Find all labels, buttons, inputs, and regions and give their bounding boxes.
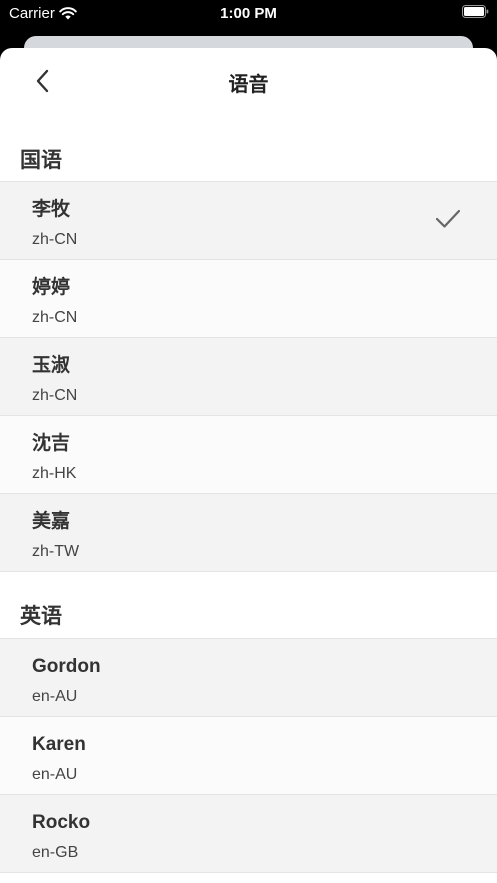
voice-row[interactable]: 李牧 zh-CN (0, 182, 497, 260)
voice-name: 玉淑 (32, 355, 71, 376)
section-header: 英语 (20, 605, 62, 628)
voice-locale: en-GB (32, 844, 79, 861)
voice-name: Karen (32, 734, 86, 755)
voice-sheet: 语音 国语李牧 zh-CN 婷婷 zh-CN 玉淑 zh-CN 沈吉 zh-HK 美嘉 zh-TW… (0, 48, 497, 883)
page-title: 语音 (228, 74, 269, 96)
voice-row[interactable]: 玉淑 zh-CN (0, 338, 497, 416)
voice-list: 李牧 zh-CN 婷婷 zh-CN 玉淑 zh-CN 沈吉 zh-HK 美嘉 zh-TW (0, 181, 497, 572)
voice-locale: zh-CN (32, 387, 78, 404)
voice-locale: zh-CN (32, 309, 78, 326)
voice-row[interactable]: 沈吉 zh-HK (0, 416, 497, 494)
voice-name: 李牧 (32, 199, 71, 220)
navigation-bar: 语音 (0, 48, 497, 114)
status-time: 1:00 PM (220, 5, 277, 22)
voice-locale: zh-HK (32, 465, 77, 482)
status-bar: Carrier 1:00 PM (0, 0, 497, 28)
voice-locale: zh-TW (32, 543, 80, 560)
voice-name: 美嘉 (32, 511, 71, 532)
voice-locale: en-AU (32, 688, 78, 705)
voice-locale: en-AU (32, 766, 78, 783)
voice-name: Rocko (32, 812, 91, 833)
voice-row[interactable]: 婷婷 zh-CN (0, 260, 497, 338)
checkmark-icon (435, 209, 461, 228)
section-header: 国语 (20, 149, 62, 172)
voice-name: 婷婷 (32, 277, 71, 298)
voice-locale: zh-CN (32, 231, 78, 248)
voice-name: 沈吉 (32, 433, 71, 454)
battery-icon (462, 5, 489, 18)
voice-name: Gordon (32, 656, 101, 677)
voice-row[interactable]: Gordon en-AU (0, 639, 497, 717)
voice-row[interactable]: Karen en-AU (0, 717, 497, 795)
voice-list: Gordon en-AU Karen en-AU Rocko en-GB (0, 638, 497, 873)
voice-row[interactable]: Rocko en-GB (0, 795, 497, 873)
voice-sections: 国语李牧 zh-CN 婷婷 zh-CN 玉淑 zh-CN 沈吉 zh-HK 美嘉 zh-TW 英语 G… (0, 114, 497, 873)
voice-row[interactable]: 美嘉 zh-TW (0, 494, 497, 572)
